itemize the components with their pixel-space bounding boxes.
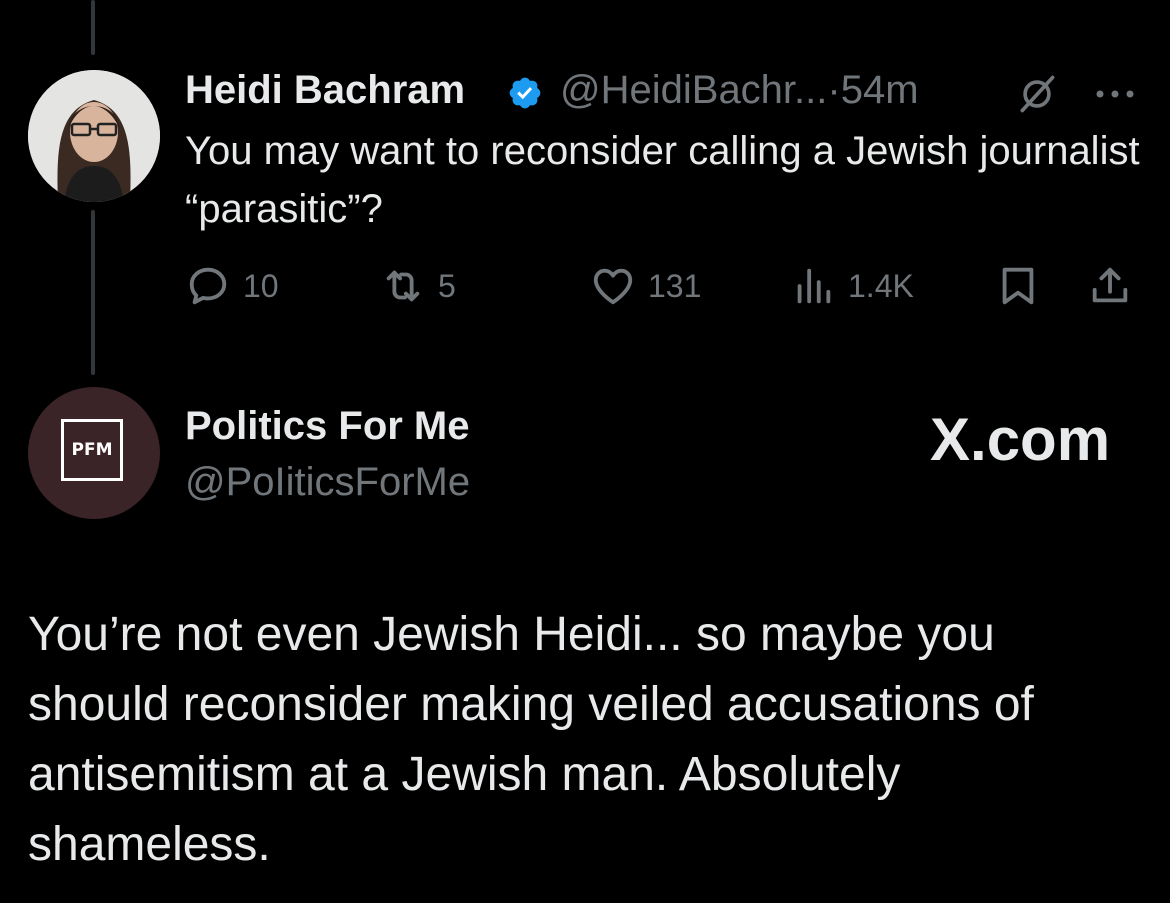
author-name[interactable]: Heidi Bachram bbox=[185, 68, 465, 113]
repost-button[interactable]: 5 bbox=[380, 258, 456, 314]
share-button[interactable] bbox=[1087, 258, 1133, 314]
views-icon bbox=[797, 268, 831, 304]
author-handle[interactable]: @PoIiticsForMe bbox=[185, 460, 470, 505]
avatar-logo-text: PFM bbox=[61, 419, 123, 481]
views-button[interactable]: 1.4K bbox=[790, 258, 914, 314]
author-handle-and-time: @HeidiBachr...·54m bbox=[560, 68, 919, 113]
thread-connector-line bbox=[91, 0, 95, 55]
tweet-text: You’re not even Jewish Heidi... so maybe… bbox=[28, 608, 1034, 871]
verified-badge-icon[interactable] bbox=[507, 75, 543, 111]
repost-icon bbox=[386, 270, 420, 302]
author-name[interactable]: Politics For Me bbox=[185, 404, 470, 449]
grok-icon[interactable] bbox=[1015, 72, 1059, 116]
tweet-time[interactable]: 54m bbox=[841, 68, 919, 112]
tweet-header: Heidi Bachram @HeidiBachr...·54m bbox=[185, 62, 1145, 118]
repost-count: 5 bbox=[438, 267, 456, 304]
reply-button[interactable]: 10 bbox=[185, 258, 279, 314]
author-handle[interactable]: @HeidiBachr... bbox=[560, 68, 827, 112]
share-icon bbox=[1092, 267, 1128, 303]
avatar-portrait-image bbox=[28, 70, 160, 202]
more-icon[interactable] bbox=[1093, 86, 1137, 102]
thread-connector-line bbox=[91, 210, 95, 375]
separator-dot: · bbox=[827, 68, 841, 112]
bookmark-button[interactable] bbox=[995, 258, 1041, 314]
like-button[interactable]: 131 bbox=[590, 258, 701, 314]
views-count: 1.4K bbox=[848, 267, 914, 304]
reply-icon bbox=[189, 267, 227, 305]
avatar[interactable]: PFM bbox=[28, 387, 160, 519]
tweet-actions-bar: 10 5 131 1.4K bbox=[185, 258, 1145, 314]
watermark: X.com bbox=[930, 406, 1111, 473]
tweet-text: You may want to reconsider calling a Jew… bbox=[185, 129, 1140, 231]
like-count: 131 bbox=[648, 267, 702, 304]
avatar[interactable] bbox=[28, 70, 160, 202]
bookmark-icon bbox=[1002, 267, 1034, 305]
like-icon bbox=[593, 268, 633, 305]
reply-count: 10 bbox=[243, 267, 279, 304]
